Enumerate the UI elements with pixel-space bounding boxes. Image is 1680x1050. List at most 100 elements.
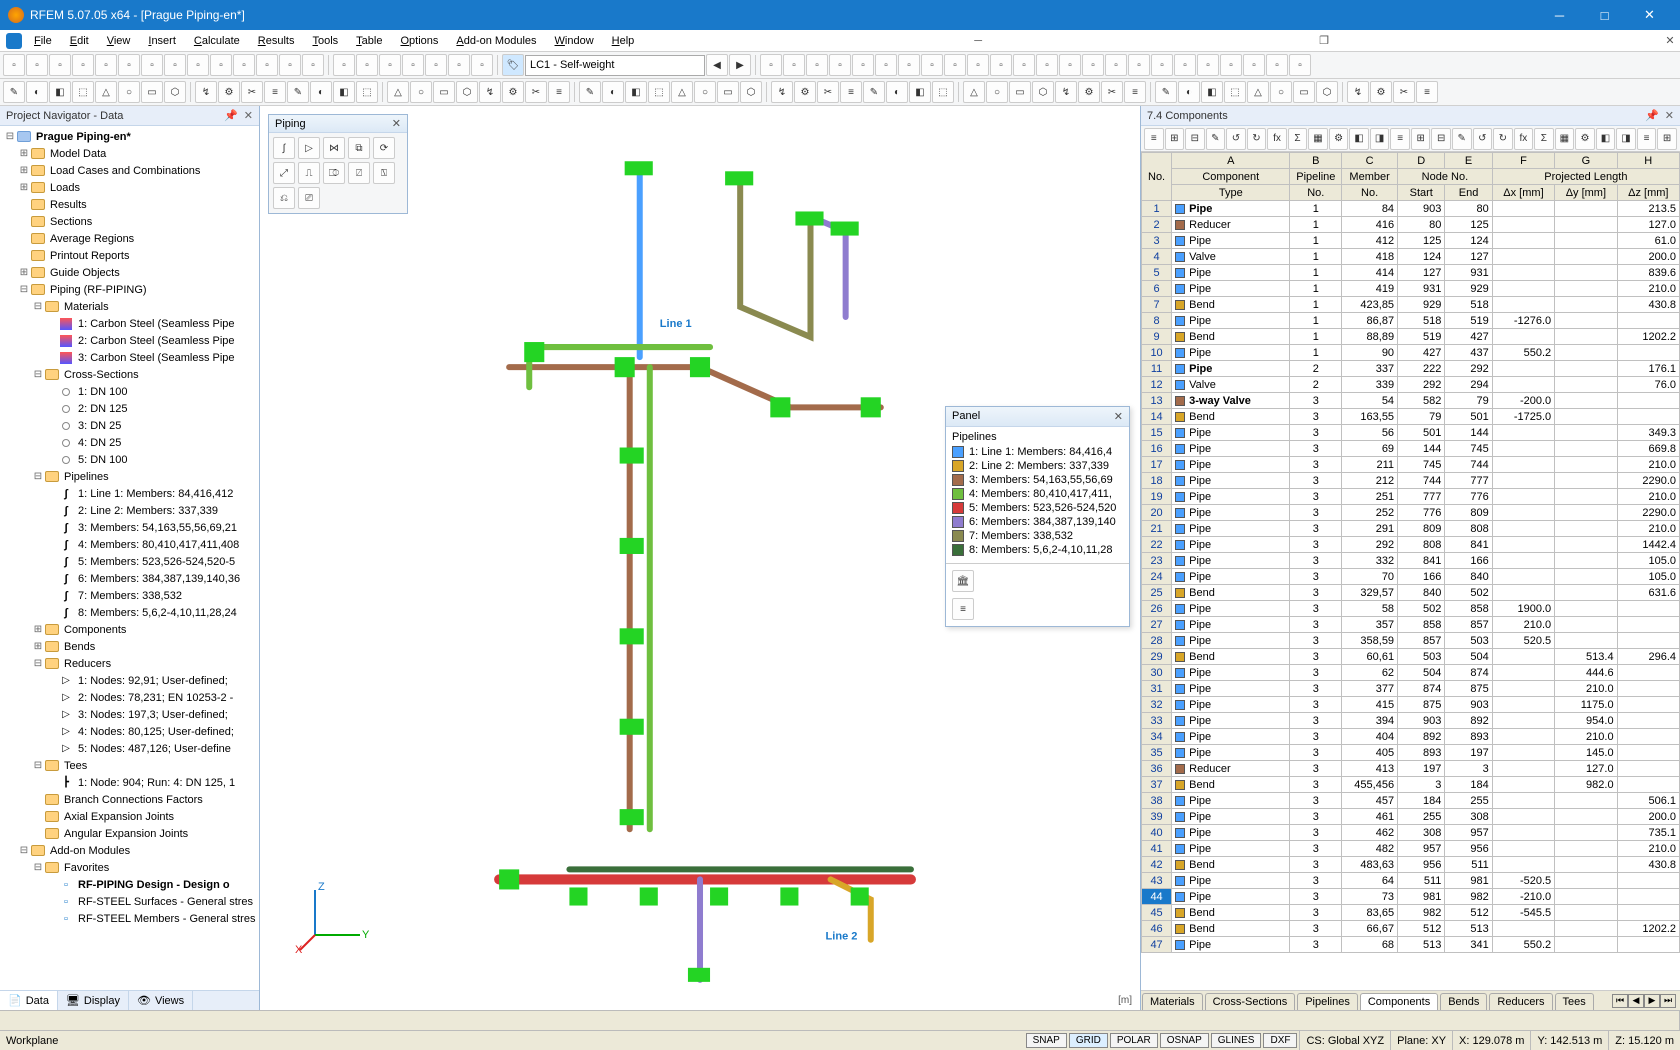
menu-table[interactable]: Table bbox=[348, 33, 390, 49]
table-row[interactable]: 8Pipe186,87518519-1276.0 bbox=[1142, 313, 1680, 329]
toolbar-button[interactable]: ⬚ bbox=[932, 81, 954, 103]
table-tool-button[interactable]: ▦ bbox=[1555, 128, 1575, 150]
table-row[interactable]: 33Pipe3394903892954.0 bbox=[1142, 713, 1680, 729]
toolbar-button[interactable]: ▫ bbox=[1128, 54, 1150, 76]
toolbar-button[interactable]: ✎ bbox=[863, 81, 885, 103]
tree-item[interactable]: Printout Reports bbox=[0, 247, 259, 264]
comp-tab-materials[interactable]: Materials bbox=[1142, 993, 1203, 1010]
table-row[interactable]: 32Pipe34158759031175.0 bbox=[1142, 697, 1680, 713]
toolbar-button[interactable]: ✂ bbox=[241, 81, 263, 103]
piping-tool-button[interactable]: ⤢ bbox=[273, 162, 295, 184]
toolbar-button[interactable]: ▫ bbox=[921, 54, 943, 76]
tree-item[interactable]: 2: Carbon Steel (Seamless Pipe bbox=[0, 332, 259, 349]
tab-scroll-next[interactable]: ▶ bbox=[1644, 994, 1660, 1008]
panel-pipeline-row[interactable]: 5: Members: 523,526-524,520 bbox=[946, 501, 1129, 515]
table-row[interactable]: 47Pipe368513341550.2 bbox=[1142, 937, 1680, 953]
toolbar-button[interactable]: ↯ bbox=[771, 81, 793, 103]
toolbar-button[interactable]: ▫ bbox=[829, 54, 851, 76]
toolbar-button[interactable]: ▭ bbox=[1293, 81, 1315, 103]
menu-add-on-modules[interactable]: Add-on Modules bbox=[448, 33, 544, 49]
toolbar-button[interactable]: ◐ bbox=[602, 81, 624, 103]
lc-next[interactable]: ▶ bbox=[729, 54, 751, 76]
menu-options[interactable]: Options bbox=[392, 33, 446, 49]
table-row[interactable]: 17Pipe3211745744210.0 bbox=[1142, 457, 1680, 473]
table-tool-button[interactable]: Σ bbox=[1534, 128, 1554, 150]
toolbar-button[interactable]: ▫ bbox=[471, 54, 493, 76]
piping-tool-button[interactable]: ⋈ bbox=[323, 137, 345, 159]
toolbar-button[interactable]: ▫ bbox=[1013, 54, 1035, 76]
table-row[interactable]: 34Pipe3404892893210.0 bbox=[1142, 729, 1680, 745]
toolbar-button[interactable]: ▫ bbox=[1105, 54, 1127, 76]
tree-item[interactable]: ⊟Cross-Sections bbox=[0, 366, 259, 383]
toolbar-button[interactable]: ▫ bbox=[1197, 54, 1219, 76]
glines-toggle[interactable]: GLINES bbox=[1211, 1033, 1262, 1048]
piping-tool-button[interactable]: ⎌ bbox=[273, 187, 295, 209]
toolbar-button[interactable]: ▫ bbox=[302, 54, 324, 76]
toolbar-button[interactable]: ⬚ bbox=[356, 81, 378, 103]
dxf-toggle[interactable]: DXF bbox=[1263, 1033, 1297, 1048]
toolbar-button[interactable]: ▫ bbox=[1243, 54, 1265, 76]
piping-tool-button[interactable]: ⧉ bbox=[348, 137, 370, 159]
toolbar-button[interactable]: ▫ bbox=[760, 54, 782, 76]
pin-icon[interactable]: 📌 bbox=[1645, 109, 1659, 122]
table-row[interactable]: 10Pipe190427437550.2 bbox=[1142, 345, 1680, 361]
tree-item[interactable]: ⊞Bends bbox=[0, 638, 259, 655]
toolbar-button[interactable]: ○ bbox=[986, 81, 1008, 103]
toolbar-button[interactable]: ▫ bbox=[379, 54, 401, 76]
tree-item[interactable]: ⊟Materials bbox=[0, 298, 259, 315]
tree-item[interactable]: Results bbox=[0, 196, 259, 213]
loadcase-combo[interactable]: LC1 - Self-weight bbox=[525, 55, 705, 76]
tree-item[interactable]: Branch Connections Factors bbox=[0, 791, 259, 808]
tree-item[interactable]: 4: DN 25 bbox=[0, 434, 259, 451]
panel-pipeline-row[interactable]: 1: Line 1: Members: 84,416,4 bbox=[946, 445, 1129, 459]
table-row[interactable]: 40Pipe3462308957735.1 bbox=[1142, 825, 1680, 841]
tree-item[interactable]: ∫6: Members: 384,387,139,140,36 bbox=[0, 570, 259, 587]
panel-close-icon[interactable]: ✕ bbox=[1114, 410, 1123, 423]
toolbar-button[interactable]: ▫ bbox=[26, 54, 48, 76]
table-row[interactable]: 28Pipe3358,59857503520.5 bbox=[1142, 633, 1680, 649]
tab-scroll-prev[interactable]: ◀ bbox=[1628, 994, 1644, 1008]
toolbar-button[interactable]: ▫ bbox=[898, 54, 920, 76]
minimize-button[interactable]: ─ bbox=[1537, 0, 1582, 30]
tree-item[interactable]: ▷2: Nodes: 78,231; EN 10253-2 - bbox=[0, 689, 259, 706]
menu-window[interactable]: Window bbox=[547, 33, 602, 49]
toolbar-button[interactable]: ▫ bbox=[402, 54, 424, 76]
toolbar-button[interactable]: ○ bbox=[118, 81, 140, 103]
tree-item[interactable]: Average Regions bbox=[0, 230, 259, 247]
table-row[interactable]: 23Pipe3332841166105.0 bbox=[1142, 553, 1680, 569]
toolbar-button[interactable]: ◧ bbox=[1201, 81, 1223, 103]
table-row[interactable]: 18Pipe32127447772290.0 bbox=[1142, 473, 1680, 489]
toolbar-button[interactable]: △ bbox=[1247, 81, 1269, 103]
piping-tool-button[interactable]: ⎄ bbox=[323, 162, 345, 184]
panel-pipeline-row[interactable]: 2: Line 2: Members: 337,339 bbox=[946, 459, 1129, 473]
toolbar-button[interactable]: ▫ bbox=[233, 54, 255, 76]
table-tool-button[interactable]: ⊞ bbox=[1411, 128, 1431, 150]
table-row[interactable]: 24Pipe370166840105.0 bbox=[1142, 569, 1680, 585]
table-row[interactable]: 12Valve233929229476.0 bbox=[1142, 377, 1680, 393]
toolbar-button[interactable]: △ bbox=[671, 81, 693, 103]
table-row[interactable]: 15Pipe356501144349.3 bbox=[1142, 425, 1680, 441]
toolbar-button[interactable]: ↯ bbox=[479, 81, 501, 103]
table-row[interactable]: 22Pipe32928088411442.4 bbox=[1142, 537, 1680, 553]
table-row[interactable]: 7Bend1423,85929518430.8 bbox=[1142, 297, 1680, 313]
toolbar-button[interactable]: ▫ bbox=[3, 54, 25, 76]
toolbar-button[interactable]: ▫ bbox=[279, 54, 301, 76]
toolbar-button[interactable]: ○ bbox=[410, 81, 432, 103]
tree-item[interactable]: ∫3: Members: 54,163,55,56,69,21 bbox=[0, 519, 259, 536]
toolbar-button[interactable]: ✎ bbox=[1155, 81, 1177, 103]
tree-item[interactable]: ⊟Reducers bbox=[0, 655, 259, 672]
table-row[interactable]: 20Pipe32527768092290.0 bbox=[1142, 505, 1680, 521]
tree-item[interactable]: ∫2: Line 2: Members: 337,339 bbox=[0, 502, 259, 519]
toolbar-button[interactable]: ▫ bbox=[1266, 54, 1288, 76]
close-button[interactable]: ✕ bbox=[1627, 0, 1672, 30]
toolbar-button[interactable]: ≡ bbox=[264, 81, 286, 103]
table-row[interactable]: 16Pipe369144745669.8 bbox=[1142, 441, 1680, 457]
nav-tab-display[interactable]: 🖥 Display bbox=[58, 991, 129, 1010]
toolbar-button[interactable]: ▫ bbox=[1220, 54, 1242, 76]
toolbar-button[interactable]: ⚙ bbox=[1370, 81, 1392, 103]
toolbar-button[interactable]: ✎ bbox=[3, 81, 25, 103]
comp-tab-components[interactable]: Components bbox=[1360, 993, 1438, 1010]
table-row[interactable]: 29Bend360,61503504513.4296.4 bbox=[1142, 649, 1680, 665]
toolbar-button[interactable]: ⬚ bbox=[72, 81, 94, 103]
toolbar-button[interactable]: ▫ bbox=[1174, 54, 1196, 76]
